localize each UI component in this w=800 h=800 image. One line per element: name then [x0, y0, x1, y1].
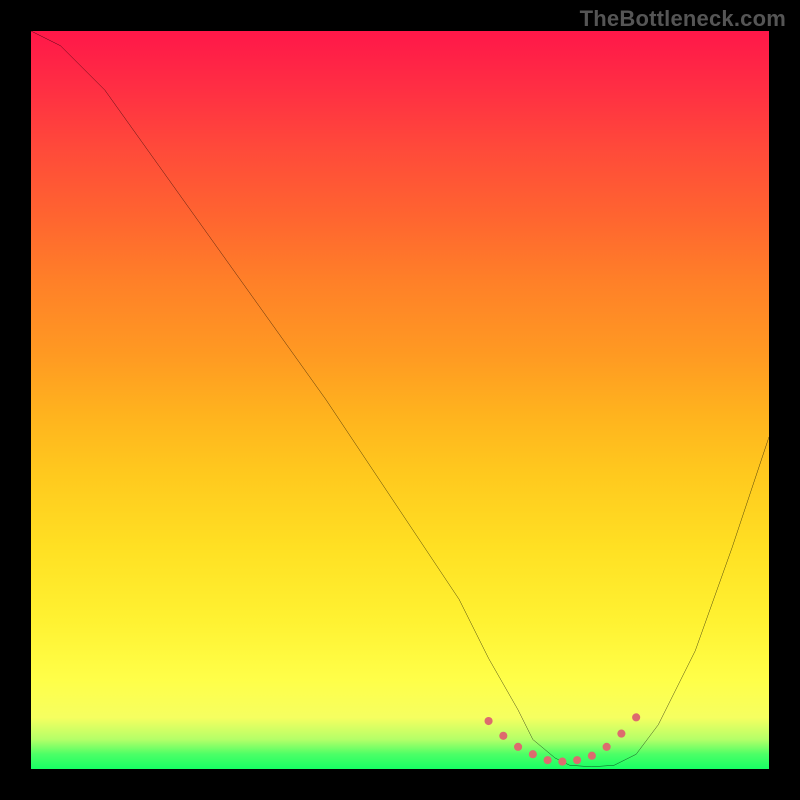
- trough-dot: [485, 717, 493, 725]
- trough-dot: [573, 756, 581, 764]
- chart-svg: [31, 31, 769, 769]
- trough-dot: [588, 752, 596, 760]
- trough-dot: [558, 758, 566, 766]
- trough-dot: [632, 713, 640, 721]
- trough-dot: [603, 743, 611, 751]
- bottleneck-curve-path: [31, 31, 769, 767]
- trough-dot: [514, 743, 522, 751]
- trough-dot: [499, 732, 507, 740]
- watermark: TheBottleneck.com: [580, 6, 786, 32]
- dotted-trough-group: [485, 713, 641, 765]
- trough-dot: [617, 730, 625, 738]
- trough-dot: [544, 756, 552, 764]
- trough-dot: [529, 750, 537, 758]
- chart-frame: TheBottleneck.com: [0, 0, 800, 800]
